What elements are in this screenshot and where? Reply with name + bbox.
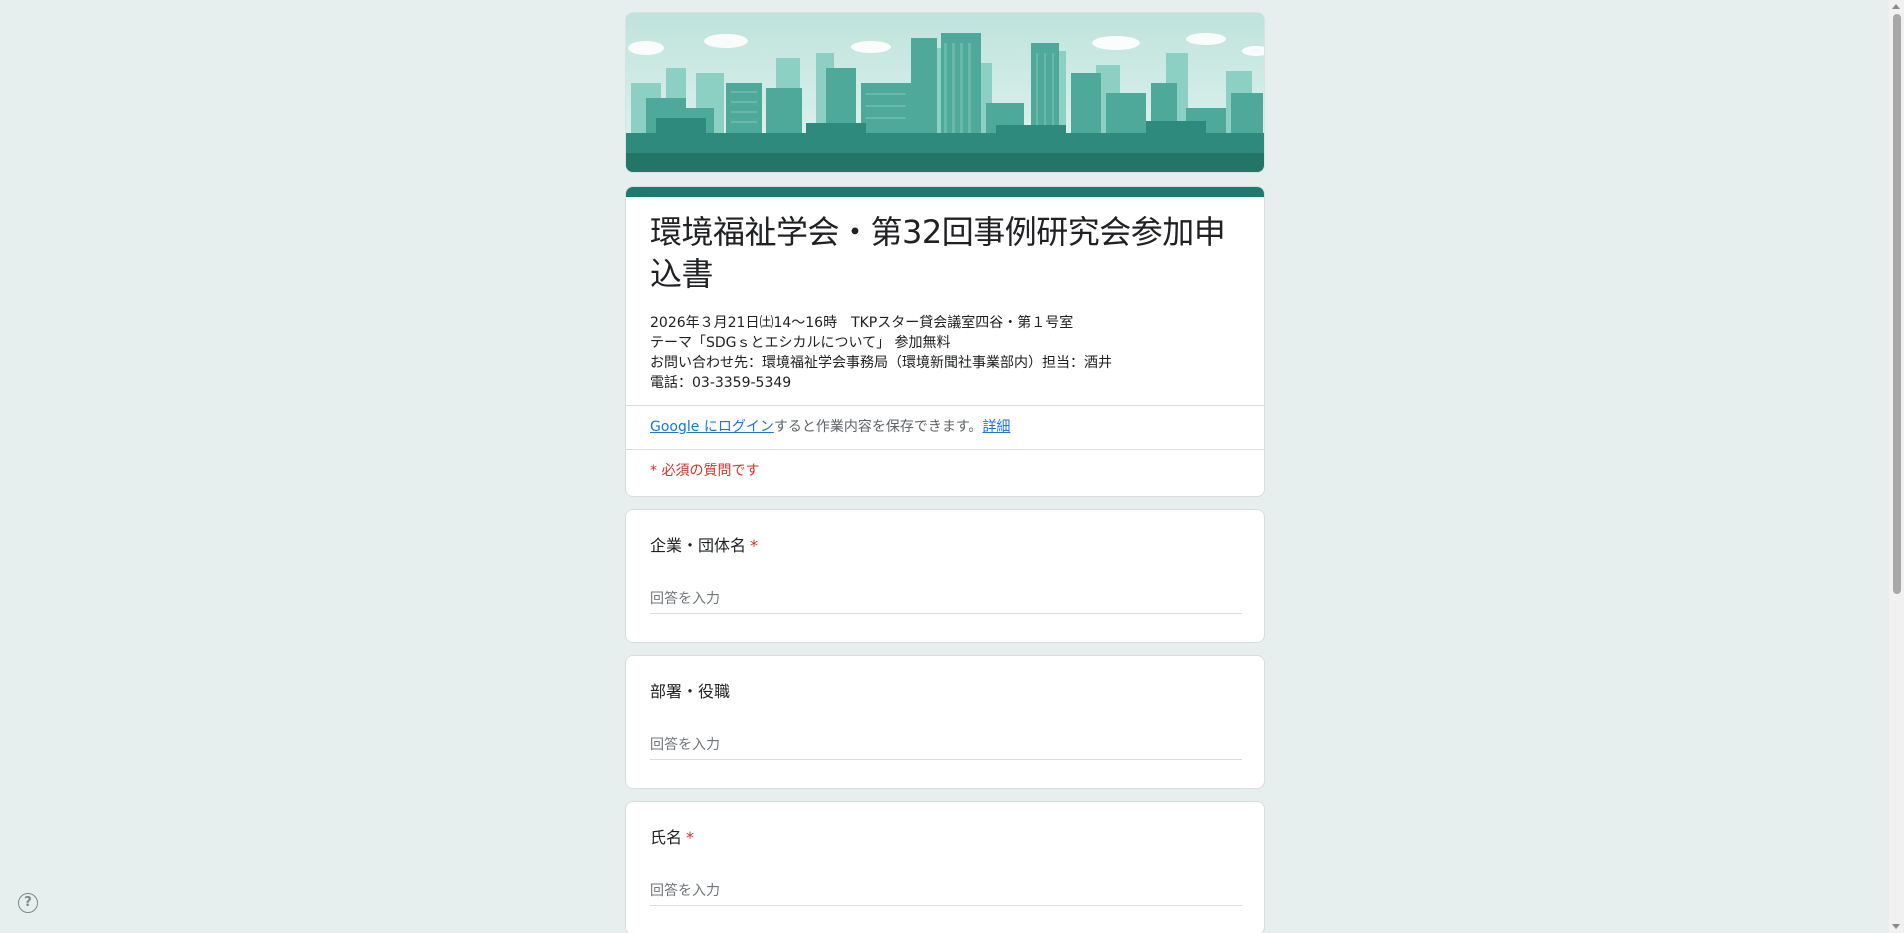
scroll-up-arrow-icon[interactable]: [1892, 4, 1900, 9]
question-title: 氏名 *: [650, 826, 1240, 850]
required-asterisk: *: [686, 828, 695, 847]
theme-accent-bar: [626, 187, 1264, 197]
form-description-line: お問い合わせ先：環境福祉学会事務局（環境新聞社事業部内）担当：酒井: [650, 355, 1112, 371]
form-description-line: 電話：03-3359-5349: [650, 375, 792, 391]
scrollbar-thumb[interactable]: [1893, 14, 1901, 594]
question-title-text: 企業・団体名: [650, 536, 747, 555]
form-description-line: 2026年３月21日㈯14～16時 TKPスター貸会議室四谷・第１号室: [650, 315, 1074, 331]
header-banner-image: [625, 12, 1265, 173]
form-header-card: 環境福祉学会・第32回事例研究会参加申込書 2026年３月21日㈯14～16時 …: [625, 186, 1265, 497]
question-card-department: 部署・役職: [625, 655, 1265, 789]
form-title: 環境福祉学会・第32回事例研究会参加申込書: [650, 213, 1226, 293]
name-input[interactable]: [650, 877, 1242, 906]
page: 環境福祉学会・第32回事例研究会参加申込書 2026年３月21日㈯14～16時 …: [0, 0, 1904, 933]
required-notice: * 必須の質問です: [650, 463, 760, 479]
city-skyline-illustration: [626, 13, 1264, 172]
department-input[interactable]: [650, 731, 1242, 760]
required-asterisk: *: [750, 536, 759, 555]
help-icon[interactable]: ?: [18, 893, 38, 913]
page-scrollbar[interactable]: [1889, 0, 1904, 933]
form-description-line: テーマ「SDGｓとエシカルについて」 参加無料: [650, 335, 951, 351]
question-title: 部署・役職: [650, 680, 1240, 704]
login-notice-text: すると作業内容を保存できます。: [773, 419, 983, 435]
details-link[interactable]: 詳細: [982, 419, 1010, 435]
question-title-text: 氏名: [650, 828, 683, 847]
question-card-name: 氏名 *: [625, 801, 1265, 933]
organization-input[interactable]: [650, 585, 1242, 614]
question-title-text: 部署・役職: [650, 682, 731, 701]
question-card-organization: 企業・団体名 *: [625, 509, 1265, 643]
scroll-down-arrow-icon[interactable]: [1892, 924, 1900, 929]
question-title: 企業・団体名 *: [650, 534, 1240, 558]
form-container: 環境福祉学会・第32回事例研究会参加申込書 2026年３月21日㈯14～16時 …: [625, 12, 1265, 933]
google-login-link[interactable]: Google にログイン: [650, 419, 774, 435]
login-notice: Google にログインすると作業内容を保存できます。詳細: [626, 406, 1264, 449]
